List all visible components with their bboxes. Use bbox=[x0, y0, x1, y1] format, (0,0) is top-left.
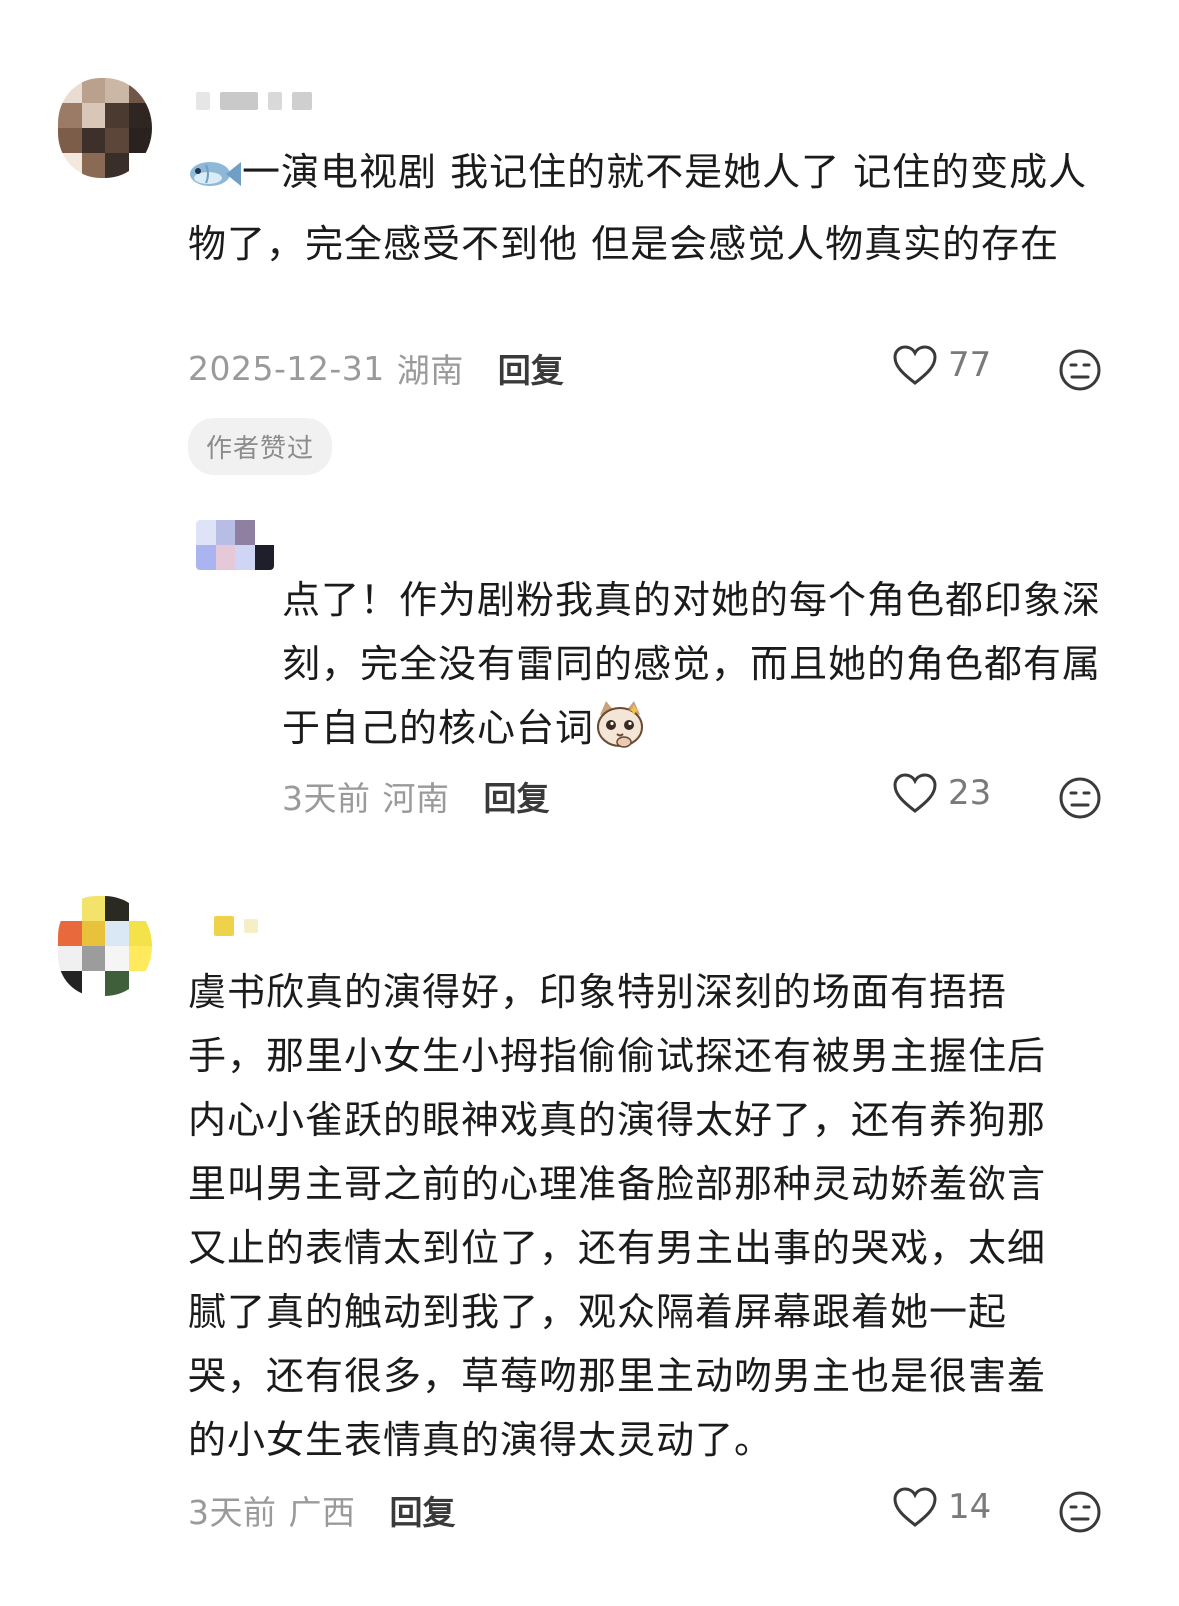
reply-location: 河南 bbox=[382, 779, 450, 818]
like-button[interactable]: 77 bbox=[892, 344, 991, 386]
avatar[interactable] bbox=[58, 78, 152, 178]
comment-meta: 2025-12-31 湖南 回复 bbox=[188, 344, 564, 392]
cat-emoji-icon bbox=[594, 699, 646, 768]
like-count: 14 bbox=[948, 1487, 992, 1527]
comment-date: 3天前 bbox=[188, 1493, 277, 1532]
like-count: 77 bbox=[948, 345, 992, 385]
heart-icon bbox=[893, 345, 937, 385]
comment-text-content: 虞书欣真的演得好，印象特别深刻的场面有捂捂手，那里小女生小拇指偷偷试探还有被男主… bbox=[188, 970, 1047, 1462]
heart-icon bbox=[893, 1487, 937, 1527]
comment-location: 广西 bbox=[288, 1493, 356, 1532]
reply-button[interactable]: 回复 bbox=[498, 344, 564, 392]
reply-button[interactable]: 回复 bbox=[390, 1486, 456, 1534]
heart-icon bbox=[893, 773, 937, 813]
reply-meta: 3天前 河南 回复 bbox=[282, 772, 550, 820]
like-button[interactable]: 23 bbox=[892, 772, 991, 814]
reply-text-content: 点了！作为剧粉我真的对她的每个角色都印象深刻，完全没有雷同的感觉，而且她的角色都… bbox=[282, 578, 1102, 750]
fish-icon bbox=[188, 148, 242, 212]
comment-text: 虞书欣真的演得好，印象特别深刻的场面有捂捂手，那里小女生小拇指偷偷试探还有被男主… bbox=[188, 960, 1068, 1472]
dislike-face-icon[interactable] bbox=[1058, 1490, 1102, 1534]
reply-button[interactable]: 回复 bbox=[484, 772, 550, 820]
dislike-face-icon[interactable] bbox=[1058, 776, 1102, 820]
comment-date: 2025-12-31 bbox=[188, 348, 385, 388]
username-blurred[interactable] bbox=[214, 916, 258, 936]
comment-text-content: 一演电视剧 我记住的就不是她人了 记住的变成人物了，完全感受不到他 但是会感觉人… bbox=[188, 150, 1088, 266]
like-count: 23 bbox=[948, 773, 992, 813]
comment-location: 湖南 bbox=[396, 351, 464, 390]
avatar[interactable] bbox=[58, 896, 152, 996]
username-blurred[interactable] bbox=[196, 92, 312, 110]
comment-meta: 3天前 广西 回复 bbox=[188, 1486, 456, 1534]
author-liked-badge: 作者赞过 bbox=[188, 418, 333, 475]
avatar[interactable] bbox=[196, 520, 274, 570]
like-button[interactable]: 14 bbox=[892, 1486, 991, 1528]
dislike-face-icon[interactable] bbox=[1058, 348, 1102, 392]
reply-text: 点了！作为剧粉我真的对她的每个角色都印象深刻，完全没有雷同的感觉，而且她的角色都… bbox=[282, 568, 1102, 768]
reply-date: 3天前 bbox=[282, 779, 371, 818]
comment-text: 一演电视剧 我记住的就不是她人了 记住的变成人物了，完全感受不到他 但是会感觉人… bbox=[188, 140, 1118, 276]
